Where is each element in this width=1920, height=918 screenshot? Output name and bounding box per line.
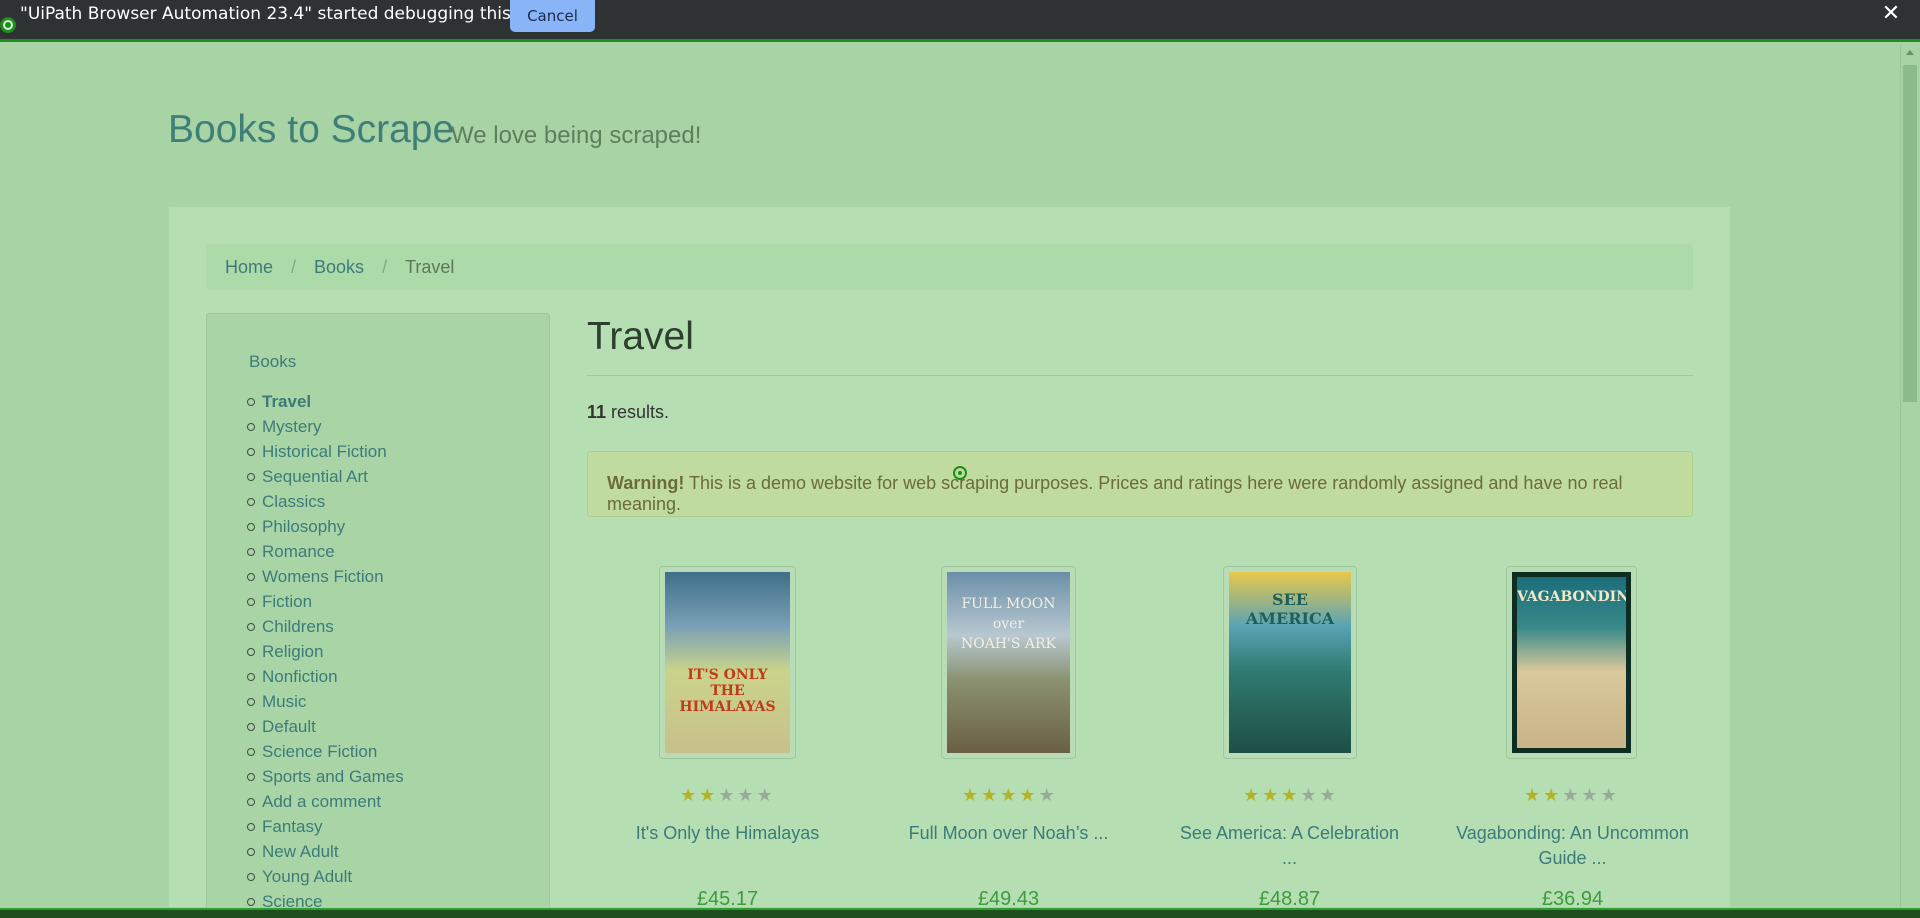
cover-lettering: SEE AMERICA [1245, 590, 1335, 628]
sidebar-item-travel[interactable]: Travel [247, 389, 404, 414]
breadcrumb-books[interactable]: Books [314, 257, 364, 278]
demo-warning-alert: Warning! This is a demo website for web … [587, 451, 1693, 517]
star-icon: ★ [737, 785, 754, 805]
page-title: Travel [587, 315, 694, 358]
sidebar-item-default[interactable]: Default [247, 714, 404, 739]
close-icon[interactable]: ✕ [1878, 0, 1904, 26]
star-icon: ★ [1262, 785, 1279, 805]
book-cover-link[interactable]: IT'S ONLY THE HIMALAYAS [659, 566, 796, 759]
sidebar-item-romance[interactable]: Romance [247, 539, 404, 564]
sidebar-item-fiction[interactable]: Fiction [247, 589, 404, 614]
book-cover-image: IT'S ONLY THE HIMALAYAS [665, 572, 790, 753]
product-title-link[interactable]: It's Only the Himalayas [610, 821, 845, 846]
star-icon: ★ [1300, 785, 1317, 805]
sidebar-item-sports-and-games[interactable]: Sports and Games [247, 764, 404, 789]
debug-message: "UiPath Browser Automation 23.4" started… [20, 4, 585, 24]
star-icon: ★ [1281, 785, 1298, 805]
sidebar-item-science-fiction[interactable]: Science Fiction [247, 739, 404, 764]
sidebar-item-young-adult[interactable]: Young Adult [247, 864, 404, 889]
book-cover-image: FULL MOON over NOAH'S ARK [947, 572, 1070, 753]
uipath-target-icon [0, 17, 16, 33]
star-rating: ★ ★ ★ ★ ★ [680, 786, 773, 804]
sidebar-item-classics[interactable]: Classics [247, 489, 404, 514]
star-icon: ★ [1581, 785, 1598, 805]
sidebar-item-historical-fiction[interactable]: Historical Fiction [247, 439, 404, 464]
star-icon: ★ [1524, 785, 1541, 805]
breadcrumb-home[interactable]: Home [225, 257, 273, 278]
results-suffix: results. [606, 402, 670, 422]
star-icon: ★ [699, 785, 716, 805]
star-icon: ★ [1543, 785, 1560, 805]
sidebar-item-religion[interactable]: Religion [247, 639, 404, 664]
star-icon: ★ [1319, 785, 1336, 805]
cancel-debug-button[interactable]: Cancel [510, 0, 595, 32]
star-icon: ★ [1000, 785, 1017, 805]
book-cover-image: SEE AMERICA [1229, 572, 1351, 753]
scrollbar-thumb[interactable] [1903, 65, 1917, 402]
title-divider [587, 375, 1693, 376]
book-cover-link[interactable]: VAGABONDING [1506, 566, 1637, 759]
book-cover-link[interactable]: SEE AMERICA [1223, 566, 1357, 759]
star-icon: ★ [1019, 785, 1036, 805]
star-rating: ★ ★ ★ ★ ★ [1243, 786, 1336, 804]
category-list: Travel Mystery Historical Fiction Sequen… [247, 389, 404, 914]
site-tagline: We love being scraped! [451, 122, 702, 149]
warning-text: This is a demo website for web scraping … [607, 473, 1623, 514]
breadcrumb-separator: / [382, 256, 388, 277]
star-icon: ★ [981, 785, 998, 805]
results-number: 11 [587, 402, 607, 422]
star-icon: ★ [962, 785, 979, 805]
breadcrumb-current: Travel [405, 256, 455, 277]
cover-lettering: VAGABONDING [1517, 589, 1631, 605]
sidebar-item-womens-fiction[interactable]: Womens Fiction [247, 564, 404, 589]
scroll-up-arrow-icon[interactable] [1906, 50, 1914, 55]
sidebar-books-link[interactable]: Books [249, 352, 296, 372]
cover-lettering: FULL MOON over NOAH'S ARK [960, 596, 1057, 652]
product-title-link[interactable]: Full Moon over Noah’s ... [891, 821, 1126, 846]
debug-infobar: "UiPath Browser Automation 23.4" started… [0, 0, 1920, 42]
product-title-link[interactable]: See America: A Celebration ... [1172, 821, 1407, 871]
sidebar-item-new-adult[interactable]: New Adult [247, 839, 404, 864]
star-rating: ★ ★ ★ ★ ★ [1524, 786, 1617, 804]
sidebar-item-music[interactable]: Music [247, 689, 404, 714]
star-icon: ★ [756, 785, 773, 805]
product-title-link[interactable]: Vagabonding: An Uncommon Guide ... [1455, 821, 1690, 871]
site-brand-link[interactable]: Books to Scrape [168, 108, 454, 152]
star-rating: ★ ★ ★ ★ ★ [962, 786, 1055, 804]
cover-lettering: IT'S ONLY THE HIMALAYAS [679, 667, 776, 715]
breadcrumb-separator: / [291, 256, 297, 277]
sidebar-item-philosophy[interactable]: Philosophy [247, 514, 404, 539]
uipath-highlight-target-icon [953, 466, 967, 480]
book-cover-link[interactable]: FULL MOON over NOAH'S ARK [941, 566, 1076, 759]
star-icon: ★ [1038, 785, 1055, 805]
star-icon: ★ [718, 785, 735, 805]
sidebar-item-add-a-comment[interactable]: Add a comment [247, 789, 404, 814]
sidebar-item-sequential-art[interactable]: Sequential Art [247, 464, 404, 489]
breadcrumb: Home / Books / Travel [206, 244, 1693, 290]
results-count: 11 results. [587, 402, 669, 423]
star-icon: ★ [1600, 785, 1617, 805]
sidebar-item-mystery[interactable]: Mystery [247, 414, 404, 439]
star-icon: ★ [1243, 785, 1260, 805]
book-cover-image: VAGABONDING [1512, 572, 1631, 753]
star-icon: ★ [1562, 785, 1579, 805]
sidebar-item-fantasy[interactable]: Fantasy [247, 814, 404, 839]
star-icon: ★ [680, 785, 697, 805]
sidebar-item-nonfiction[interactable]: Nonfiction [247, 664, 404, 689]
debug-frame-border [0, 908, 1920, 918]
sidebar-item-childrens[interactable]: Childrens [247, 614, 404, 639]
warning-label: Warning! [607, 473, 685, 493]
